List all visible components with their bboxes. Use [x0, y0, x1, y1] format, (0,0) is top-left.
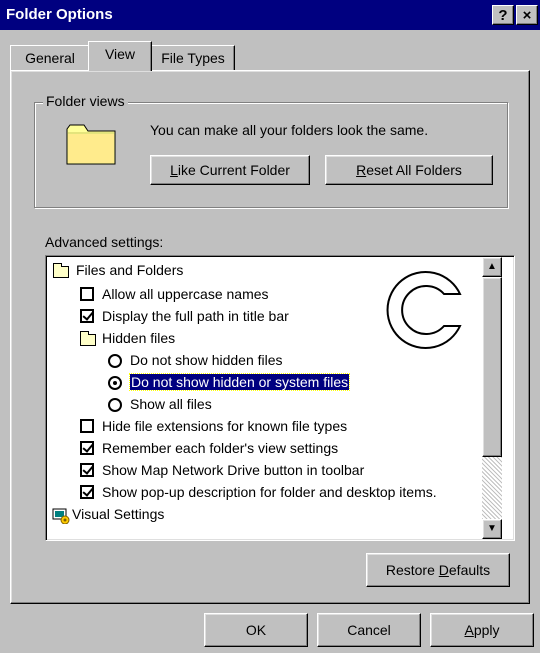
scroll-thumb[interactable] [482, 277, 502, 457]
radio-do-not-show-hidden[interactable] [108, 354, 122, 368]
restore-label-key: D [438, 562, 449, 578]
tree-item-visual-settings[interactable]: Visual Settings [72, 503, 164, 525]
checkbox-remember-view[interactable] [80, 441, 94, 455]
radio-show-all-files[interactable] [108, 398, 122, 412]
folder-small-icon [80, 331, 96, 346]
tab-file-types[interactable]: File Types [151, 45, 235, 71]
letter-c-watermark [386, 271, 462, 349]
like-current-folder-button[interactable]: Like Current Folder [150, 155, 310, 185]
option-allow-uppercase[interactable]: Allow all uppercase names [102, 283, 269, 305]
option-remember-view[interactable]: Remember each folder's view settings [102, 437, 338, 459]
help-button[interactable]: ? [492, 5, 514, 25]
tab-general[interactable]: General [10, 45, 90, 71]
apply-label-key: A [464, 622, 474, 638]
reset-all-folders-button[interactable]: Reset All Folders [325, 155, 493, 185]
apply-label-post: pply [473, 622, 500, 638]
reset-all-label-key: R [356, 162, 367, 178]
scroll-up-button[interactable]: ▲ [482, 257, 502, 277]
scroll-down-button[interactable]: ▼ [482, 519, 502, 539]
folder-views-legend: Folder views [43, 93, 128, 109]
folder-options-window: Folder Options ? × General View File Typ… [0, 0, 540, 653]
cancel-button[interactable]: Cancel [317, 613, 421, 647]
folder-views-description: You can make all your folders look the s… [150, 122, 429, 138]
checkbox-popup-description[interactable] [80, 485, 94, 499]
reset-all-label-post: eset All Folders [366, 162, 462, 178]
ok-button[interactable]: OK [204, 613, 308, 647]
option-show-all-files[interactable]: Show all files [130, 393, 212, 415]
restore-label-pre: Restore [385, 562, 439, 578]
option-display-full-path[interactable]: Display the full path in title bar [102, 305, 289, 327]
selected-option-label: Do not show hidden or system files [128, 373, 351, 391]
like-current-label-post: ike Current Folder [177, 162, 290, 178]
option-popup-description[interactable]: Show pop-up description for folder and d… [102, 481, 437, 503]
tree-item-files-and-folders[interactable]: Files and Folders [76, 259, 183, 281]
checkbox-allow-uppercase[interactable] [80, 287, 94, 301]
checkbox-map-network-drive[interactable] [80, 463, 94, 477]
option-hide-extensions[interactable]: Hide file extensions for known file type… [102, 415, 347, 437]
radio-do-not-show-hidden-system[interactable] [108, 376, 122, 390]
restore-label-post: efaults [448, 562, 491, 578]
scroll-track[interactable] [482, 457, 502, 519]
option-map-network-drive[interactable]: Show Map Network Drive button in toolbar [102, 459, 364, 481]
restore-defaults-button[interactable]: Restore Defaults [366, 553, 510, 587]
window-title: Folder Options [6, 6, 113, 23]
like-current-label-key: L [170, 162, 178, 178]
apply-button[interactable]: Apply [430, 613, 534, 647]
option-do-not-show-hidden-system[interactable]: Do not show hidden or system files [128, 371, 351, 393]
checkbox-display-full-path[interactable] [80, 309, 94, 323]
tab-view[interactable]: View [88, 41, 152, 71]
advanced-list-scrollbar[interactable]: ▲ ▼ [482, 257, 502, 539]
tree-item-hidden-files[interactable]: Hidden files [102, 327, 175, 349]
option-do-not-show-hidden[interactable]: Do not show hidden files [130, 349, 283, 371]
folder-icon [66, 124, 116, 165]
close-button[interactable]: × [516, 5, 538, 25]
title-bar[interactable]: Folder Options ? × [0, 0, 540, 30]
visual-settings-icon [52, 508, 70, 524]
folder-small-icon [53, 263, 69, 278]
advanced-settings-label: Advanced settings: [45, 234, 164, 250]
checkbox-hide-extensions[interactable] [80, 419, 94, 433]
